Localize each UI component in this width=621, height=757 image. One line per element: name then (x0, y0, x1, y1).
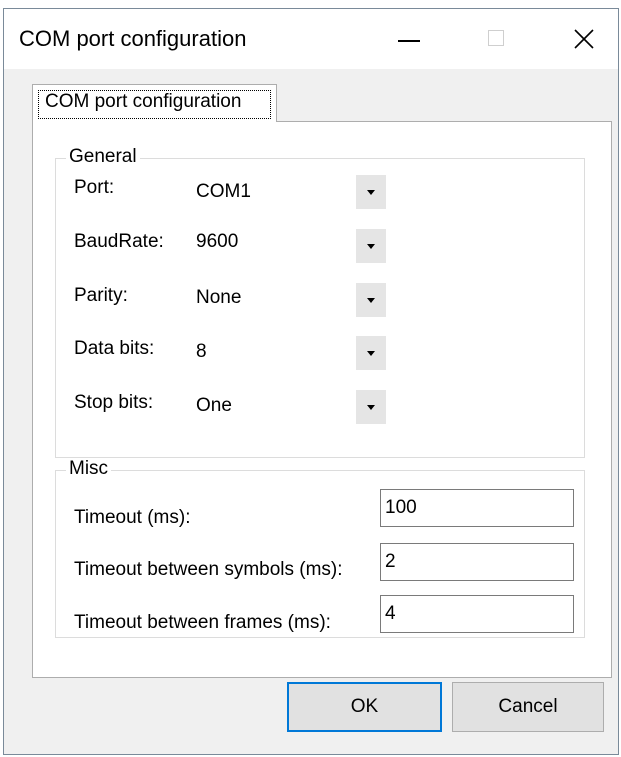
general-group: General Port: COM1 BaudRate: 9600 Parity… (55, 146, 585, 458)
timeout-symbols-label: Timeout between symbols (ms): (74, 559, 343, 580)
data-bits-dropdown-button[interactable] (356, 336, 386, 370)
tab-label: COM port configuration (45, 91, 242, 112)
data-bits-value[interactable]: 8 (196, 341, 207, 363)
general-legend: General (66, 146, 140, 168)
stop-bits-value[interactable]: One (196, 395, 232, 417)
minimize-button[interactable] (376, 9, 444, 69)
port-value[interactable]: COM1 (196, 181, 251, 203)
baudrate-dropdown-button[interactable] (356, 229, 386, 263)
title-bar[interactable]: COM port configuration (4, 9, 618, 69)
timeout-frames-input[interactable] (380, 595, 574, 633)
parity-dropdown-button[interactable] (356, 283, 386, 317)
misc-legend: Misc (66, 458, 112, 480)
port-dropdown-button[interactable] (356, 175, 386, 209)
stop-bits-label: Stop bits: (74, 392, 154, 413)
cancel-button[interactable]: Cancel (452, 682, 604, 732)
parity-label: Parity: (74, 285, 128, 306)
parity-value[interactable]: None (196, 287, 241, 309)
timeout-input[interactable] (380, 489, 574, 527)
close-button[interactable] (550, 9, 618, 69)
maximize-icon (488, 30, 504, 46)
tab-panel: General Port: COM1 BaudRate: 9600 Parity… (32, 121, 612, 678)
minimize-icon (398, 40, 420, 42)
data-bits-label: Data bits: (74, 338, 155, 359)
ok-button[interactable]: OK (287, 682, 442, 732)
timeout-label: Timeout (ms): (74, 507, 191, 528)
port-label: Port: (74, 177, 115, 198)
timeout-frames-label: Timeout between frames (ms): (74, 612, 331, 633)
tab-com-port-configuration[interactable]: COM port configuration (32, 84, 277, 122)
misc-group: Misc Timeout (ms): Timeout between symbo… (55, 458, 585, 638)
baudrate-value[interactable]: 9600 (196, 231, 238, 253)
close-icon (574, 29, 594, 49)
timeout-symbols-input[interactable] (380, 543, 574, 581)
baudrate-label: BaudRate: (74, 231, 164, 252)
maximize-button[interactable] (464, 9, 532, 69)
stop-bits-dropdown-button[interactable] (356, 390, 386, 424)
window-title: COM port configuration (19, 26, 247, 51)
